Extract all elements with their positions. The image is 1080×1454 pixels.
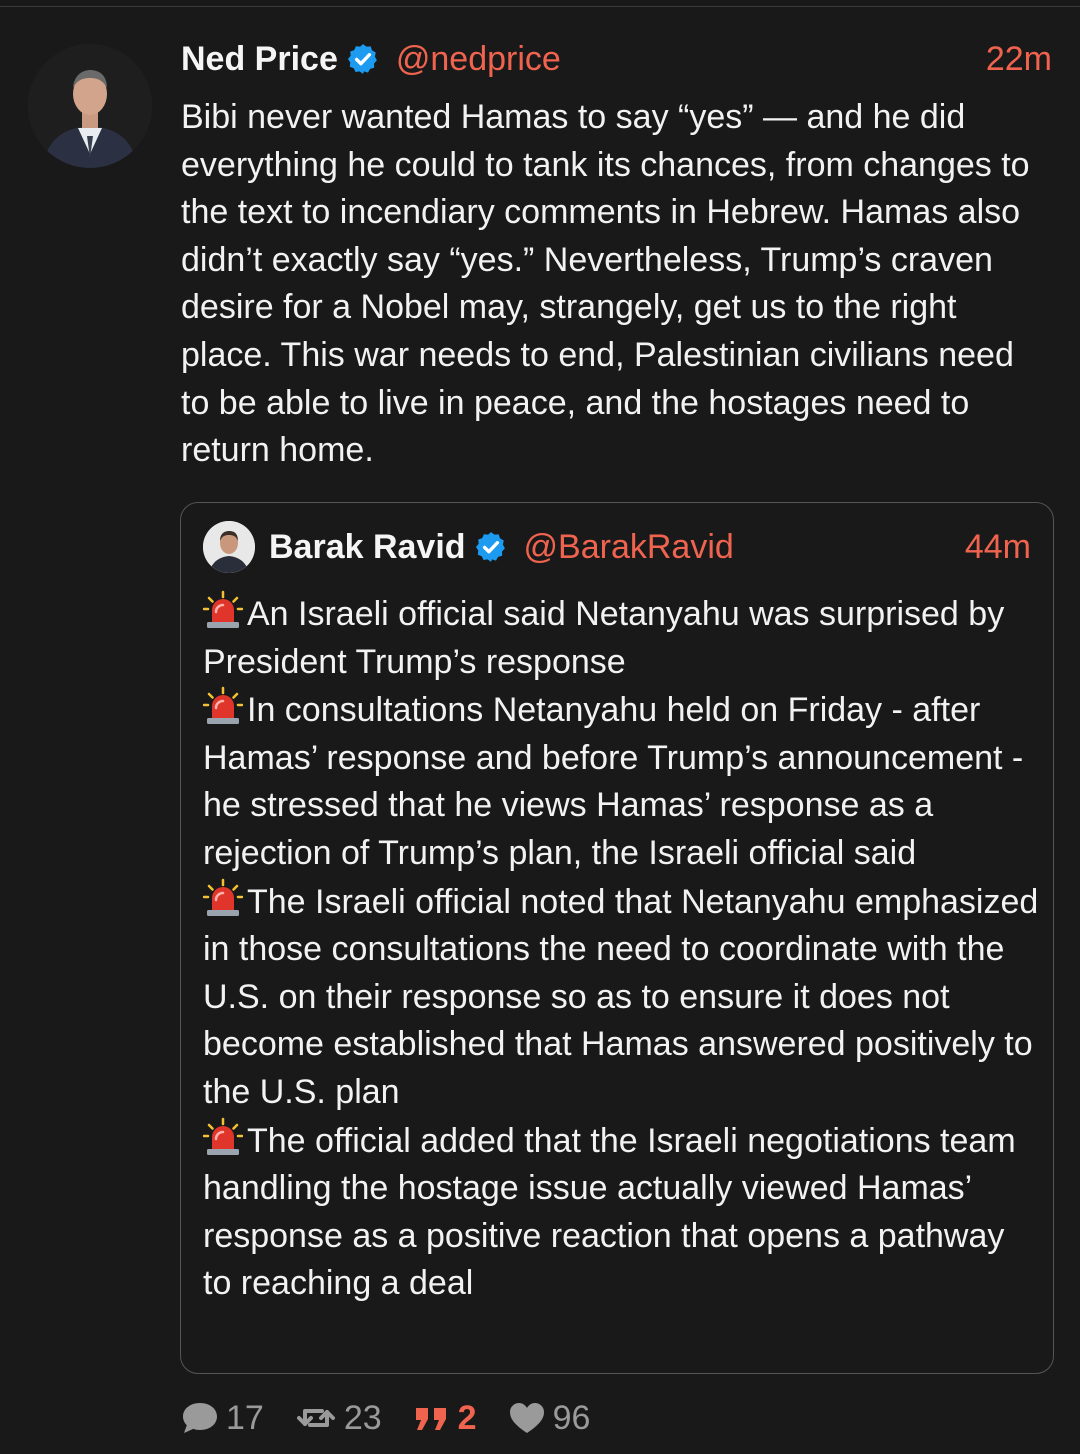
heart-icon bbox=[509, 1403, 544, 1433]
like-count: 96 bbox=[552, 1398, 591, 1437]
quoted-line: In consultations Netanyahu held on Frida… bbox=[203, 686, 1039, 877]
quoted-post-text: An Israeli official said Netanyahu was s… bbox=[203, 590, 1039, 1308]
quoted-post-timestamp[interactable]: 44m bbox=[965, 528, 1031, 567]
quoted-post-card[interactable]: Barak Ravid @BarakRavid 44m An Israeli o… bbox=[180, 502, 1054, 1374]
quoted-line: The Israeli official noted that Netanyah… bbox=[203, 878, 1039, 1117]
post-text: Bibi never wanted Hamas to say “yes” — a… bbox=[181, 98, 1030, 470]
reply-count: 17 bbox=[226, 1398, 264, 1437]
police-light-emoji-icon bbox=[203, 590, 243, 628]
police-light-emoji-icon bbox=[203, 1117, 243, 1155]
quoted-author-handle[interactable]: @BarakRavid bbox=[524, 528, 734, 567]
repost-icon bbox=[296, 1409, 335, 1427]
author-name[interactable]: Ned Price bbox=[181, 40, 338, 79]
police-light-emoji-icon bbox=[203, 878, 243, 916]
top-divider bbox=[0, 6, 1080, 7]
reply-button[interactable]: 17 bbox=[180, 1399, 264, 1438]
quoted-author-name[interactable]: Barak Ravid bbox=[269, 528, 466, 567]
repost-button[interactable]: 23 bbox=[294, 1399, 382, 1438]
quote-marks-icon bbox=[415, 1408, 446, 1430]
post-header: Ned Price @nedprice 22m bbox=[181, 36, 1052, 82]
quoted-line: An Israeli official said Netanyahu was s… bbox=[203, 590, 1039, 686]
quoted-post-header: Barak Ravid @BarakRavid 44m bbox=[203, 521, 1031, 573]
quote-count: 2 bbox=[457, 1398, 477, 1437]
quoted-author-avatar[interactable] bbox=[203, 521, 255, 573]
author-handle[interactable]: @nedprice bbox=[396, 40, 561, 79]
quotes-button[interactable]: 2 bbox=[412, 1399, 477, 1438]
author-avatar[interactable] bbox=[28, 44, 152, 168]
like-button[interactable]: 96 bbox=[507, 1398, 591, 1438]
police-light-emoji-icon bbox=[203, 686, 243, 725]
reply-bubble-icon bbox=[183, 1403, 217, 1433]
quoted-verified-badge-icon bbox=[474, 530, 508, 564]
quoted-line: The official added that the Israeli nego… bbox=[203, 1117, 1039, 1308]
post-actions: 17 23 2 96 bbox=[180, 1396, 620, 1440]
post-timestamp[interactable]: 22m bbox=[986, 40, 1052, 79]
verified-badge-icon bbox=[346, 42, 380, 76]
repost-count: 23 bbox=[343, 1398, 382, 1437]
